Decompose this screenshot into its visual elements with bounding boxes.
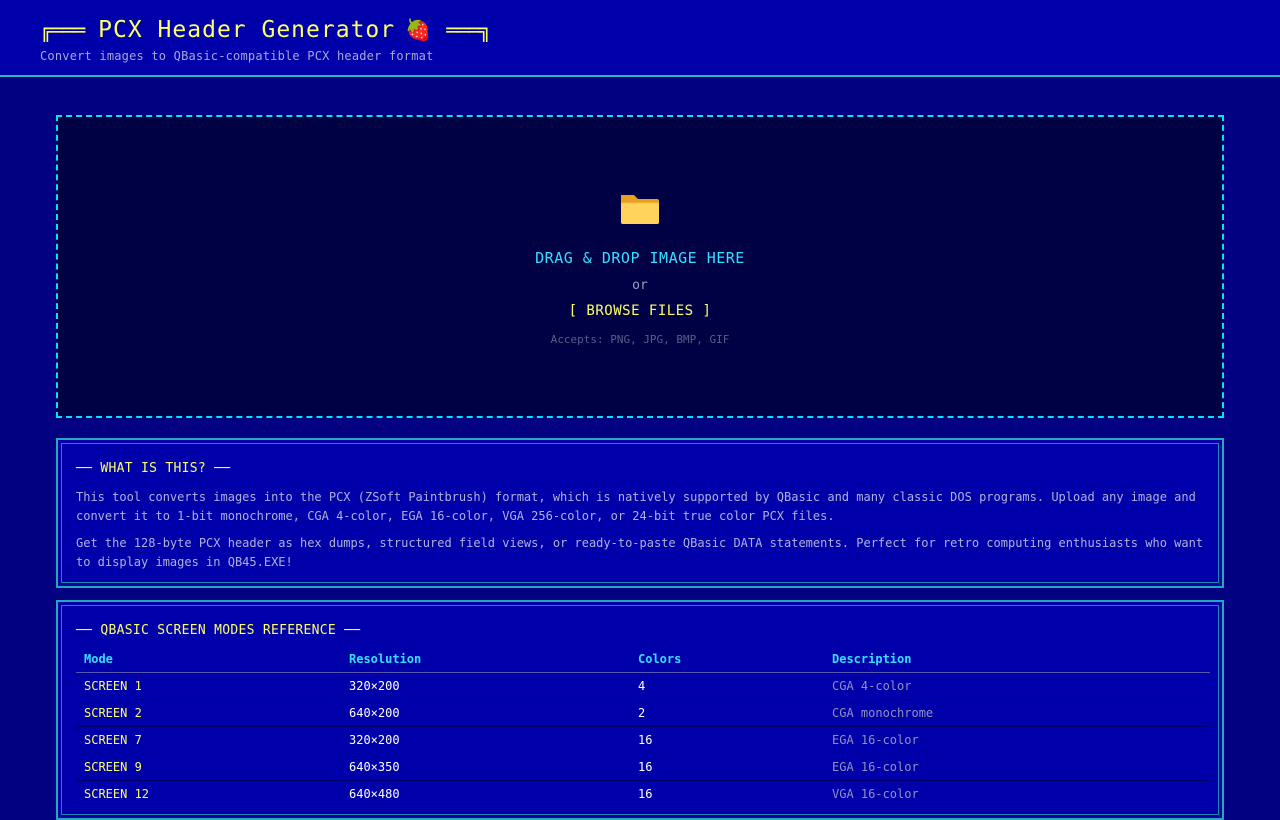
resolution-cell: 640×480 xyxy=(341,780,630,808)
table-header-row: Mode Resolution Colors Description xyxy=(76,652,1210,673)
strawberry-icon: 🍓 xyxy=(405,17,433,42)
dropzone-or-label: or xyxy=(632,278,648,293)
table-row: SCREEN 2 640×200 2 CGA monochrome xyxy=(76,699,1210,727)
mode-cell: SCREEN 12 xyxy=(76,780,341,808)
column-header-resolution: Resolution xyxy=(341,652,630,673)
resolution-cell: 640×200 xyxy=(341,699,630,727)
screen-modes-panel: ── QBASIC SCREEN MODES REFERENCE ── Mode… xyxy=(56,600,1224,820)
column-header-description: Description xyxy=(824,652,1210,673)
column-header-mode: Mode xyxy=(76,652,341,673)
colors-cell: 2 xyxy=(630,699,824,727)
description-cell: CGA 4-color xyxy=(824,672,1210,700)
table-row: SCREEN 9 640×350 16 EGA 16-color xyxy=(76,753,1210,781)
resolution-cell: 320×200 xyxy=(341,726,630,754)
mode-cell: SCREEN 7 xyxy=(76,726,341,754)
app-header: ╔═══ PCX Header Generator 🍓 ═══╗ Convert… xyxy=(0,0,1280,77)
about-paragraph: This tool converts images into the PCX (… xyxy=(76,490,1196,523)
title-row: ╔═══ PCX Header Generator 🍓 ═══╗ xyxy=(40,14,1280,46)
mode-cell: SCREEN 2 xyxy=(76,699,341,727)
page-title: PCX Header Generator xyxy=(98,17,396,43)
folder-icon xyxy=(58,187,1222,231)
resolution-cell: 640×350 xyxy=(341,753,630,781)
colors-cell: 16 xyxy=(630,753,824,781)
description-cell: EGA 16-color xyxy=(824,753,1210,781)
column-header-colors: Colors xyxy=(630,652,824,673)
title-decoration-right: ═══╗ xyxy=(446,18,491,42)
colors-cell: 16 xyxy=(630,780,824,808)
table-row: SCREEN 12 640×480 16 VGA 16-color xyxy=(76,780,1210,808)
colors-cell: 16 xyxy=(630,726,824,754)
description-cell: EGA 16-color xyxy=(824,726,1210,754)
colors-cell: 4 xyxy=(630,672,824,700)
dropzone-title: DRAG & DROP IMAGE HERE xyxy=(535,249,745,267)
about-paragraph: Get the 128-byte PCX header as hex dumps… xyxy=(76,536,1204,569)
about-title: ── WHAT IS THIS? ── xyxy=(76,461,231,476)
description-cell: CGA monochrome xyxy=(824,699,1210,727)
page-subtitle: Convert images to QBasic-compatible PCX … xyxy=(40,49,434,63)
browse-files-button[interactable]: [ BROWSE FILES ] xyxy=(569,303,712,319)
image-dropzone[interactable]: DRAG & DROP IMAGE HERE or [ BROWSE FILES… xyxy=(56,115,1224,418)
title-decoration-left: ╔═══ xyxy=(40,18,85,42)
mode-cell: SCREEN 1 xyxy=(76,672,341,700)
accepted-formats-label: Accepts: PNG, JPG, BMP, GIF xyxy=(550,333,730,346)
mode-cell: SCREEN 9 xyxy=(76,753,341,781)
table-row: SCREEN 7 320×200 16 EGA 16-color xyxy=(76,726,1210,754)
about-panel: ── WHAT IS THIS? ── This tool converts i… xyxy=(56,438,1224,588)
description-cell: VGA 16-color xyxy=(824,780,1210,808)
screen-modes-title: ── QBASIC SCREEN MODES REFERENCE ── xyxy=(76,623,361,638)
resolution-cell: 320×200 xyxy=(341,672,630,700)
table-row: SCREEN 1 320×200 4 CGA 4-color xyxy=(76,672,1210,700)
screen-modes-table: Mode Resolution Colors Description SCREE… xyxy=(76,652,1210,808)
